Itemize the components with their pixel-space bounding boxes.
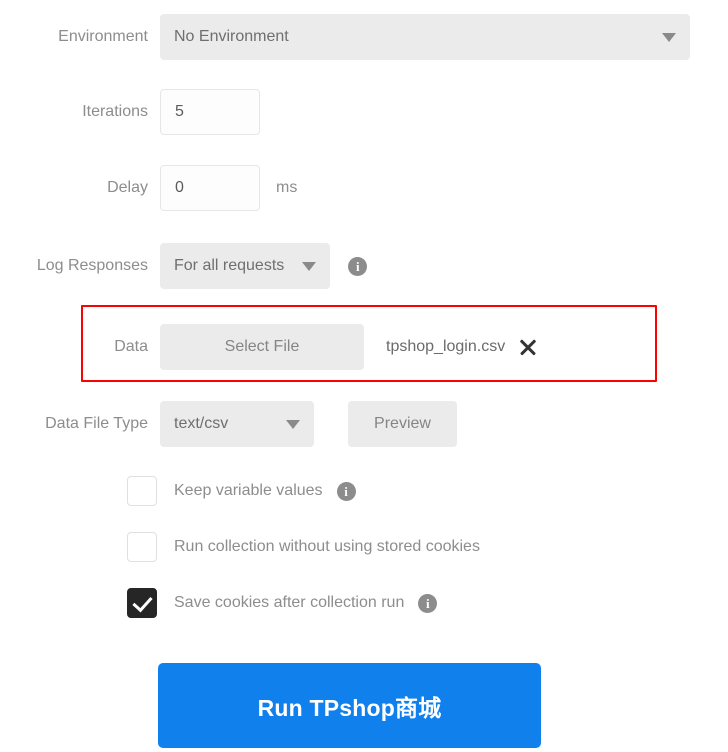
chevron-down-icon (662, 33, 676, 42)
info-icon[interactable]: i (337, 482, 356, 501)
log-responses-row: Log Responses For all requests i (0, 243, 367, 289)
environment-row: Environment No Environment (0, 14, 690, 60)
data-file-type-label: Data File Type (0, 414, 160, 434)
keep-variable-values-checkbox[interactable] (127, 476, 157, 506)
info-icon[interactable]: i (348, 257, 367, 276)
keep-variable-values-label: Keep variable values (174, 482, 323, 500)
delay-row: Delay 0 ms (0, 165, 297, 211)
preview-button[interactable]: Preview (348, 401, 457, 447)
delay-label: Delay (0, 178, 160, 198)
data-label: Data (0, 337, 160, 357)
collection-runner-form: Environment No Environment Iterations 5 … (0, 0, 728, 752)
iterations-input[interactable]: 5 (160, 89, 260, 135)
run-without-cookies-row: Run collection without using stored cook… (127, 532, 480, 562)
log-responses-select-value: For all requests (174, 257, 284, 275)
keep-variable-values-row: Keep variable values i (127, 476, 356, 506)
delay-unit-label: ms (276, 179, 297, 197)
iterations-label: Iterations (0, 102, 160, 122)
data-row: Data Select File tpshop_login.csv (0, 324, 539, 370)
select-file-button[interactable]: Select File (160, 324, 364, 370)
log-responses-select[interactable]: For all requests (160, 243, 330, 289)
iterations-row: Iterations 5 (0, 89, 260, 135)
data-file-type-select[interactable]: text/csv (160, 401, 314, 447)
data-file-name: tpshop_login.csv (386, 338, 505, 356)
chevron-down-icon (286, 420, 300, 429)
delay-input[interactable]: 0 (160, 165, 260, 211)
run-without-cookies-checkbox[interactable] (127, 532, 157, 562)
close-x-icon[interactable] (517, 336, 539, 358)
environment-select[interactable]: No Environment (160, 14, 690, 60)
data-file-type-value: text/csv (174, 415, 228, 433)
log-responses-label: Log Responses (0, 256, 160, 276)
data-file-type-row: Data File Type text/csv Preview (0, 401, 457, 447)
run-collection-button[interactable]: Run TPshop商城 (158, 663, 541, 748)
info-icon[interactable]: i (418, 594, 437, 613)
save-cookies-row: Save cookies after collection run i (127, 588, 437, 618)
chevron-down-icon (302, 262, 316, 271)
save-cookies-checkbox[interactable] (127, 588, 157, 618)
save-cookies-label: Save cookies after collection run (174, 594, 404, 612)
environment-label: Environment (0, 27, 160, 47)
environment-select-value: No Environment (174, 28, 289, 46)
run-without-cookies-label: Run collection without using stored cook… (174, 538, 480, 556)
